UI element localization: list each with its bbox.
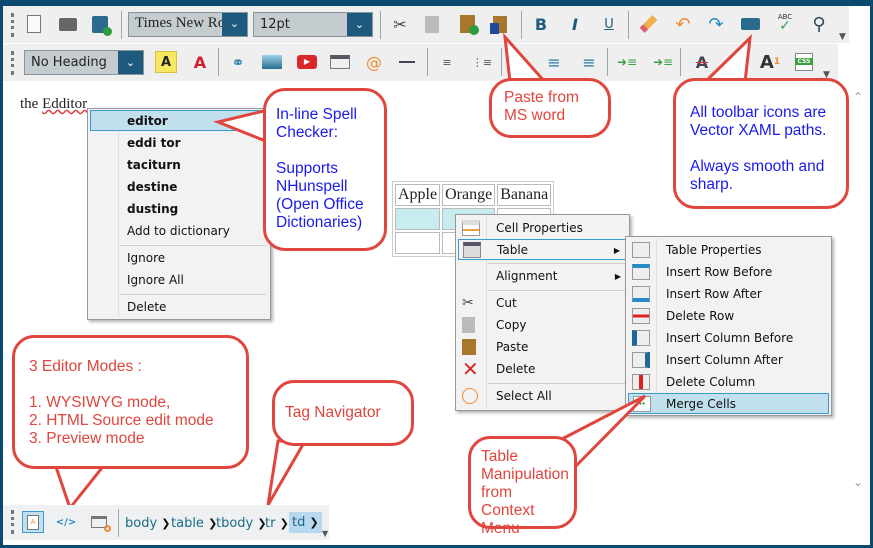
editor-modes-callout: 3 Editor Modes : 1. WYSIWYG mode, 2. HTM… [12, 335, 249, 469]
toolbar-grip[interactable] [11, 510, 14, 534]
table-manipulation-callout: Table Manipulation from Context Menu [468, 436, 577, 537]
tag-navigator-callout: Tag Navigator [272, 380, 414, 446]
tagnav-callout-tail [266, 439, 308, 506]
vector-callout-tail [701, 33, 752, 84]
html-source-icon[interactable]: </> [55, 511, 77, 533]
breadcrumb-body[interactable]: body ❯ [125, 516, 171, 531]
spell-callout-tail [213, 108, 270, 145]
tag-navigator-overflow-icon[interactable]: ▼ [322, 529, 328, 538]
wysiwyg-mode-icon[interactable]: A [22, 511, 44, 533]
breadcrumb-td[interactable]: td ❯ [289, 512, 322, 533]
spell-checker-callout: In-line Spell Checker: Supports NHunspel… [263, 88, 387, 251]
separator [118, 509, 119, 537]
breadcrumb-tr[interactable]: tr ❯ [265, 516, 289, 531]
vector-icons-callout: All toolbar icons are Vector XAML paths.… [673, 78, 849, 209]
chevron-right-icon: ❯ [309, 516, 319, 529]
breadcrumb-table[interactable]: table ❯ [171, 516, 217, 531]
paste-callout-tail [502, 32, 549, 84]
paste-word-callout: Paste from MS word [489, 78, 611, 138]
modes-callout-tail [52, 462, 109, 512]
preview-icon[interactable] [88, 511, 111, 533]
chevron-right-icon: ❯ [161, 517, 171, 530]
chevron-right-icon: ❯ [279, 517, 289, 530]
breadcrumb-tbody[interactable]: tbody ❯ [216, 516, 267, 531]
